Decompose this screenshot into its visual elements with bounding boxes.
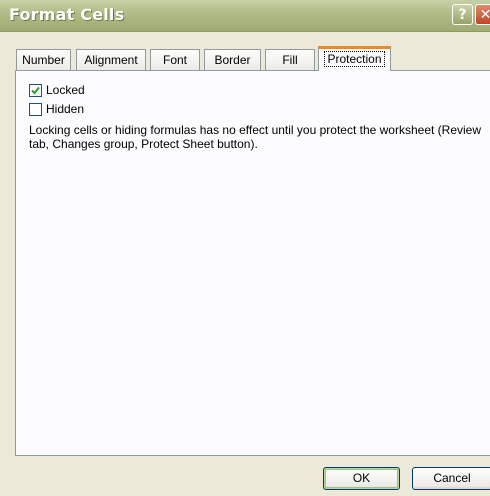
cancel-button[interactable]: Cancel <box>412 467 490 490</box>
hidden-label: Hidden <box>46 102 85 116</box>
help-button[interactable]: ? <box>452 4 473 25</box>
tab-label: Number <box>22 53 65 67</box>
ok-button[interactable]: OK <box>323 467 400 490</box>
tab-number[interactable]: Number <box>16 49 71 70</box>
locked-checkbox[interactable] <box>29 83 42 97</box>
tab-label: Font <box>162 53 187 67</box>
tab-label: Fill <box>282 53 298 67</box>
tab-fill[interactable]: Fill <box>265 49 315 70</box>
tab-label: Border <box>214 53 251 67</box>
title-bar[interactable]: Format Cells ? ✕ <box>0 0 490 32</box>
locked-label: Locked <box>46 83 85 97</box>
check-icon <box>31 86 40 94</box>
format-cells-dialog: Format Cells ? ✕ Number Alignment Font B… <box>0 0 490 496</box>
tab-label: Protection <box>324 51 385 67</box>
tab-font[interactable]: Font <box>150 49 200 70</box>
close-icon: ✕ <box>479 6 490 23</box>
tab-protection[interactable]: Protection <box>318 46 391 71</box>
hidden-checkbox-row[interactable]: Hidden <box>29 101 84 117</box>
protection-description: Locking cells or hiding formulas has no … <box>29 123 482 151</box>
tab-alignment[interactable]: Alignment <box>76 49 146 70</box>
tab-label: Alignment <box>84 53 138 67</box>
dialog-title: Format Cells <box>9 5 125 24</box>
close-button[interactable]: ✕ <box>475 4 490 25</box>
help-icon: ? <box>458 6 467 23</box>
tab-strip: Number Alignment Font Border Fill Protec… <box>16 46 490 71</box>
protection-panel: Locked Hidden Locking cells or hiding fo… <box>15 70 490 456</box>
tab-border[interactable]: Border <box>204 49 261 70</box>
hidden-checkbox[interactable] <box>29 102 42 116</box>
locked-checkbox-row[interactable]: Locked <box>29 82 85 98</box>
